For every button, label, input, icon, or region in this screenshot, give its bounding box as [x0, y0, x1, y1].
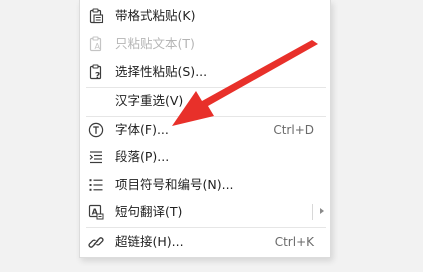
menu-item-label: 只粘贴文本(T)	[115, 36, 195, 51]
svg-text:?: ?	[95, 72, 100, 81]
paragraph-icon	[88, 149, 104, 165]
translate-icon: A	[88, 204, 104, 220]
menu-item-paste-text-only[interactable]: A 只粘贴文本(T)	[80, 30, 330, 58]
paste-formatted-icon	[88, 8, 104, 24]
menu-item-label: 短句翻译(T)	[115, 204, 183, 219]
menu-item-label: 选择性粘贴(S)...	[115, 64, 208, 79]
font-icon	[88, 122, 104, 138]
menu-item-phrase-translate[interactable]: A 短句翻译(T)	[80, 198, 330, 226]
context-menu: 带格式粘贴(K) A 只粘贴文本(T) ? 选择性粘贴(S)... 汉字重选(V…	[79, 0, 331, 258]
paste-special-icon: ?	[88, 64, 104, 80]
menu-item-paste-special[interactable]: ? 选择性粘贴(S)...	[80, 58, 330, 86]
menu-item-label: 汉字重选(V)	[115, 93, 184, 108]
menu-item-label: 字体(F)...	[115, 122, 169, 137]
menu-item-label: 带格式粘贴(K)	[115, 8, 196, 23]
menu-item-font[interactable]: 字体(F)... Ctrl+D	[80, 116, 330, 144]
submenu-divider	[312, 204, 313, 220]
submenu-arrow-icon	[320, 208, 324, 214]
menu-item-paragraph[interactable]: 段落(P)...	[80, 143, 330, 171]
bullet-list-icon	[88, 177, 104, 193]
menu-item-label: 项目符号和编号(N)...	[115, 177, 234, 192]
menu-item-label: 段落(P)...	[115, 149, 170, 164]
menu-item-hyperlink[interactable]: 超链接(H)... Ctrl+K	[80, 228, 330, 256]
hyperlink-icon	[88, 234, 104, 250]
menu-item-label: 超链接(H)...	[115, 234, 184, 249]
menu-item-reselect-hanzi[interactable]: 汉字重选(V)	[80, 87, 330, 115]
shortcut-label: Ctrl+K	[274, 235, 314, 249]
shortcut-label: Ctrl+D	[273, 123, 314, 137]
paste-text-only-icon: A	[88, 36, 104, 52]
menu-item-paste-formatted[interactable]: 带格式粘贴(K)	[80, 2, 330, 30]
menu-item-bullets-numbering[interactable]: 项目符号和编号(N)...	[80, 171, 330, 199]
svg-text:A: A	[95, 42, 101, 51]
